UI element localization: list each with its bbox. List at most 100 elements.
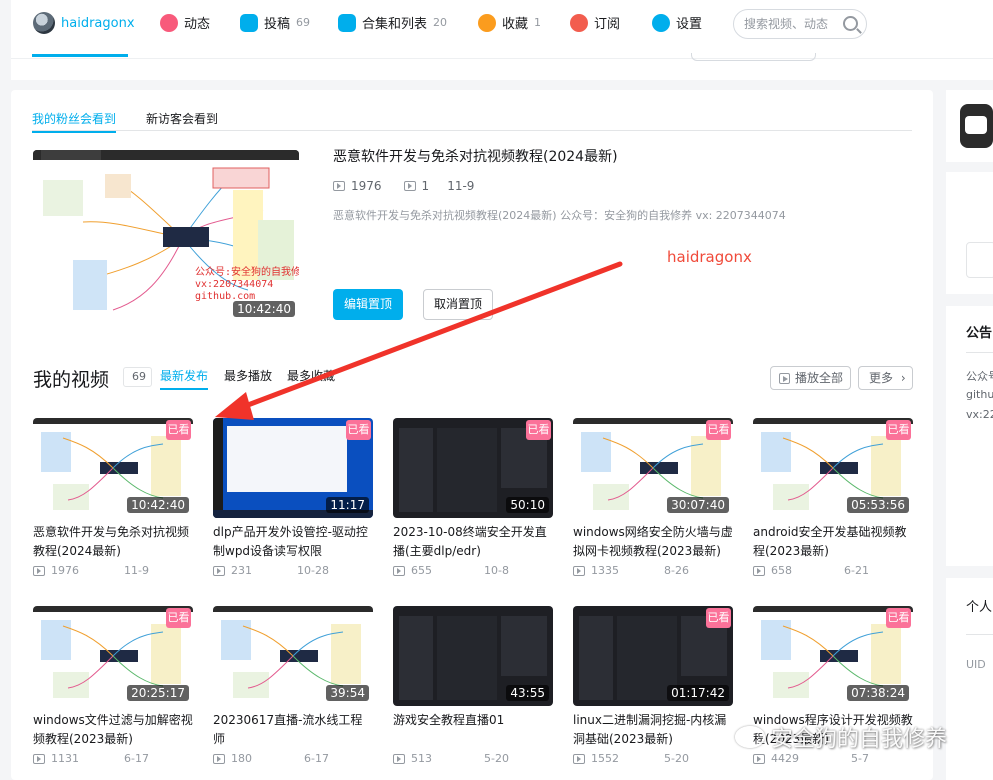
video-thumbnail[interactable]: 已看 50:10: [393, 418, 553, 518]
video-meta: 655 10-8: [393, 564, 553, 577]
nav-item-1[interactable]: 投稿 69: [240, 13, 310, 32]
video-card[interactable]: 已看 30:07:40 windows网络安全防火墙与虚拟网卡视频教程(2023最新…: [573, 418, 733, 577]
video-thumbnail[interactable]: 39:54: [213, 606, 373, 706]
video-title[interactable]: 20230617直播-流水线工程师: [213, 711, 373, 749]
video-card[interactable]: 已看 20:25:17 windows文件过滤与加解密视频教程(2023最新) 113…: [33, 606, 193, 765]
user-link[interactable]: haidragonx: [33, 12, 135, 34]
featured-video-thumbnail[interactable]: 公众号:安全狗的自我修养 vx:2207344074 github.com 10…: [33, 150, 299, 322]
nav-item-count: 20: [433, 16, 448, 29]
play-count: 1552: [591, 752, 619, 765]
play-count-icon: [753, 753, 765, 764]
annotation-username: haidragonx: [667, 248, 752, 266]
video-title[interactable]: 恶意软件开发与免杀对抗视频教程(2024最新): [33, 523, 193, 561]
publish-date: 5-7: [851, 752, 869, 765]
sort-most-played[interactable]: 最多播放: [224, 367, 272, 384]
tab-visitors-view[interactable]: 新访客会看到: [146, 110, 218, 127]
nav-item-label: 订阅: [594, 17, 621, 32]
nav-item-5[interactable]: 设置: [652, 13, 702, 32]
video-title[interactable]: 游戏安全教程直播01: [393, 711, 553, 749]
play-all-label: 播放全部: [795, 371, 844, 385]
video-meta: 658 6-21: [753, 564, 913, 577]
video-title[interactable]: windows文件过滤与加解密视频教程(2023最新): [33, 711, 193, 749]
play-count-icon: [753, 565, 765, 576]
search-icon[interactable]: [843, 16, 858, 31]
play-count-icon: [393, 753, 405, 764]
video-card[interactable]: 39:54 20230617直播-流水线工程师 180 6-17: [213, 606, 373, 765]
play-count: 4429: [771, 752, 799, 765]
search-input[interactable]: [744, 17, 842, 31]
nav-active-indicator: [32, 54, 128, 57]
publish-date: 5-20: [664, 752, 689, 765]
announcement-title: 公告: [966, 326, 993, 341]
video-card[interactable]: 已看 11:17 dlp产品开发外设管控-驱动控制wpd设备读写权限 231 10-28: [213, 418, 373, 577]
avatar[interactable]: [33, 12, 55, 34]
section-title: 我的视频: [33, 369, 110, 391]
play-count: 231: [231, 564, 252, 577]
video-card[interactable]: 已看 50:10 2023-10-08终端安全开发直播(主要dlp/edr) 655 1…: [393, 418, 553, 577]
video-thumbnail[interactable]: 已看 10:42:40: [33, 418, 193, 518]
comment-icon: [403, 181, 416, 191]
publish-date: 8-26: [664, 564, 689, 577]
play-count-icon: [573, 565, 585, 576]
more-label: 更多: [869, 371, 894, 385]
duration-badge: 39:54: [326, 685, 369, 701]
play-count: 1131: [51, 752, 79, 765]
nav-item-0[interactable]: 动态: [160, 13, 210, 32]
nav-item-3[interactable]: 收藏 1: [478, 13, 541, 32]
duration-badge: 11:17: [326, 497, 369, 513]
sort-latest[interactable]: 最新发布: [160, 367, 209, 390]
dropdown-stub: [691, 53, 816, 61]
nav-item-label: 投稿: [264, 17, 291, 32]
video-title[interactable]: linux二进制漏洞挖掘-内核漏洞基础(2023最新): [573, 711, 733, 749]
video-thumbnail[interactable]: 已看 05:53:56: [753, 418, 913, 518]
watched-badge: 已看: [886, 608, 911, 628]
video-title[interactable]: dlp产品开发外设管控-驱动控制wpd设备读写权限: [213, 523, 373, 561]
featured-video-meta: 1976 1 11-9: [333, 179, 474, 193]
thumb-watermark-text: 公众号:安全狗的自我修养 vx:2207344074 github.com: [195, 267, 299, 303]
publish-date: 6-21: [844, 564, 869, 577]
watched-badge: 已看: [166, 420, 191, 440]
video-card[interactable]: 已看 10:42:40 恶意软件开发与免杀对抗视频教程(2024最新) 1976 11-…: [33, 418, 193, 577]
search-box[interactable]: [733, 9, 867, 39]
nav-item-2[interactable]: 合集和列表 20: [338, 13, 447, 32]
watermark: 安全狗的自我修养: [735, 721, 947, 753]
more-button[interactable]: 更多 ›: [858, 366, 913, 390]
publish-date: 6-17: [124, 752, 149, 765]
video-card[interactable]: 已看 05:53:56 android安全开发基础视频教程(2023最新) 658 6-…: [753, 418, 913, 577]
play-count: 180: [231, 752, 252, 765]
video-count-badge: 69: [123, 367, 152, 387]
sort-most-favorited[interactable]: 最多收藏: [287, 367, 335, 384]
video-title[interactable]: 2023-10-08终端安全开发直播(主要dlp/edr): [393, 523, 553, 561]
play-count: 658: [771, 564, 792, 577]
video-title[interactable]: windows网络安全防火墙与虚拟网卡视频教程(2023最新): [573, 523, 733, 561]
nav-item-label: 收藏: [502, 17, 529, 32]
video-thumbnail[interactable]: 已看 07:38:24: [753, 606, 913, 706]
username[interactable]: haidragonx: [61, 16, 135, 31]
wechat-icon: [735, 726, 765, 748]
video-meta: 1552 5-20: [573, 752, 733, 765]
featured-video-title[interactable]: 恶意软件开发与免杀对抗视频教程(2024最新): [333, 146, 618, 166]
video-card[interactable]: 已看 01:17:42 linux二进制漏洞挖掘-内核漏洞基础(2023最新) 155…: [573, 606, 733, 765]
thumb-text-line: 公众号:安全狗的自我修养: [195, 267, 299, 278]
video-thumbnail[interactable]: 已看 01:17:42: [573, 606, 733, 706]
play-count-icon: [213, 753, 225, 764]
play-count-icon: [213, 565, 225, 576]
video-title[interactable]: android安全开发基础视频教程(2023最新): [753, 523, 913, 561]
video-card[interactable]: 43:55 游戏安全教程直播01 513 5-20: [393, 606, 553, 765]
sidebar-input[interactable]: [966, 242, 993, 278]
watched-badge: 已看: [886, 420, 911, 440]
play-count: 655: [411, 564, 432, 577]
unpin-button[interactable]: 取消置顶: [423, 289, 493, 320]
edit-pin-button[interactable]: 编辑置顶: [333, 289, 403, 320]
divider: [32, 130, 912, 131]
divider: [966, 634, 993, 635]
video-thumbnail[interactable]: 已看 11:17: [213, 418, 373, 518]
video-thumbnail[interactable]: 43:55: [393, 606, 553, 706]
video-thumbnail[interactable]: 已看 30:07:40: [573, 418, 733, 518]
collection-icon: [338, 13, 356, 32]
personal-info-title: 个人: [966, 600, 993, 615]
chevron-right-icon: ›: [900, 371, 906, 385]
nav-item-4[interactable]: 订阅: [570, 13, 620, 32]
video-thumbnail[interactable]: 已看 20:25:17: [33, 606, 193, 706]
play-all-button[interactable]: 播放全部: [770, 366, 851, 390]
